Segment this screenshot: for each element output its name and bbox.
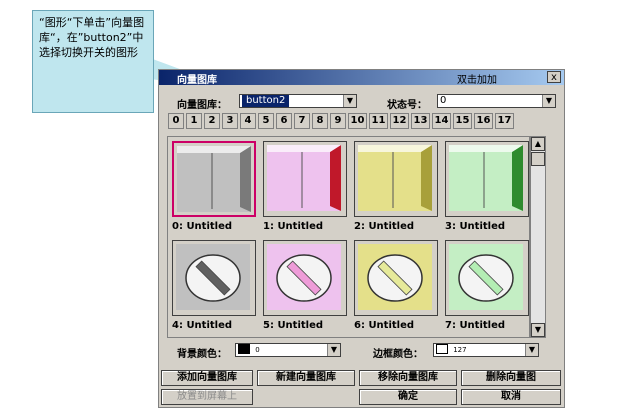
close-button[interactable]: x — [547, 71, 561, 83]
gallery-item-caption: 4: Untitled — [172, 320, 233, 331]
chevron-down-icon[interactable]: ▼ — [343, 95, 356, 107]
state-tab[interactable]: 2 — [204, 113, 220, 129]
border-color-label: 边框颜色： — [373, 349, 423, 360]
rotary-knob-icon — [267, 244, 341, 310]
scroll-down-icon[interactable]: ▼ — [531, 323, 545, 337]
gallery-item-caption: 2: Untitled — [354, 221, 415, 232]
state-tabs: 0 1 2 3 4 5 6 7 8 9 10 11 12 13 14 15 16 17 — [168, 113, 514, 129]
gallery-item-preview[interactable] — [445, 141, 529, 217]
gallery-item[interactable]: 4: Untitled — [172, 240, 258, 334]
cancel-button[interactable]: 取消 — [461, 389, 561, 405]
state-tab[interactable]: 1 — [186, 113, 202, 129]
gallery-item-caption: 0: Untitled — [172, 221, 233, 232]
gallery-item[interactable]: 2: Untitled — [354, 141, 440, 235]
callout-text: “图形“下单击”向量图库“，在”button2”中选择切换开关的图形 — [39, 16, 145, 59]
gallery-item-caption: 1: Untitled — [263, 221, 324, 232]
state-label: 状态号： — [387, 100, 427, 111]
delete-vector-button[interactable]: 删除向量图 — [461, 370, 561, 386]
gallery-item[interactable]: 0: Untitled — [172, 141, 258, 235]
gallery-item[interactable]: 6: Untitled — [354, 240, 440, 334]
place-on-screen-button[interactable]: 放置到屏幕上 — [161, 389, 253, 405]
gallery-item-preview[interactable] — [263, 141, 347, 217]
rocker-switch-icon — [449, 145, 523, 211]
gallery-item-caption: 3: Untitled — [445, 221, 506, 232]
new-library-button[interactable]: 新建向量图库 — [257, 370, 355, 386]
bg-color-value: 0 — [255, 346, 260, 354]
gallery-item-preview[interactable] — [445, 240, 529, 316]
state-tab[interactable]: 3 — [222, 113, 238, 129]
gallery-item[interactable]: 3: Untitled — [445, 141, 529, 235]
title-action-text: 双击加加 — [457, 75, 497, 86]
vector-library-dialog: 向量图库 双击加加 x 向量图库： button2 ▼ 状态号： 0 ▼ 012… — [158, 69, 565, 408]
state-tab[interactable]: 12 — [390, 113, 409, 129]
state-tab[interactable]: 17 — [495, 113, 514, 129]
state-tab[interactable]: 14 — [432, 113, 451, 129]
rocker-switch-icon — [267, 145, 341, 211]
border-color-swatch — [436, 344, 448, 354]
dialog-title: 向量图库 — [177, 75, 217, 86]
rotary-knob-icon — [449, 244, 523, 310]
gallery-item-preview[interactable] — [172, 240, 256, 316]
rotary-knob-icon — [358, 244, 432, 310]
state-tab[interactable]: 5 — [258, 113, 274, 129]
gallery-item-preview[interactable] — [354, 141, 438, 217]
gallery-item-preview[interactable] — [263, 240, 347, 316]
gallery-item[interactable]: 7: Untitled — [445, 240, 529, 334]
state-tab[interactable]: 0 — [168, 113, 184, 129]
vector-gallery: 0: Untitled 1: Untitled 2: Untitled 3: Unti… — [167, 136, 530, 338]
state-tab[interactable]: 8 — [312, 113, 328, 129]
library-label: 向量图库： — [177, 100, 227, 111]
library-value: button2 — [242, 95, 290, 107]
state-tab[interactable]: 6 — [276, 113, 292, 129]
gallery-item-caption: 5: Untitled — [263, 320, 324, 331]
gallery-scrollbar[interactable]: ▲ ▼ — [530, 136, 546, 338]
bg-color-swatch — [238, 344, 250, 354]
state-tab[interactable]: 4 — [240, 113, 256, 129]
bg-color-select[interactable]: 0 ▼ — [235, 343, 341, 357]
chevron-down-icon[interactable]: ▼ — [327, 344, 340, 356]
state-tab[interactable]: 7 — [294, 113, 310, 129]
chevron-down-icon[interactable]: ▼ — [542, 95, 555, 107]
state-tab[interactable]: 15 — [453, 113, 472, 129]
bg-color-label: 背景颜色： — [177, 349, 227, 360]
gallery-item-preview[interactable] — [354, 240, 438, 316]
scroll-up-icon[interactable]: ▲ — [531, 137, 545, 151]
rotary-knob-icon — [176, 244, 250, 310]
gallery-item[interactable]: 5: Untitled — [263, 240, 349, 334]
state-select[interactable]: 0 ▼ — [437, 94, 556, 108]
state-tab[interactable]: 10 — [348, 113, 367, 129]
state-value: 0 — [440, 95, 447, 106]
gallery-item-caption: 7: Untitled — [445, 320, 506, 331]
state-tab[interactable]: 9 — [330, 113, 346, 129]
ok-button[interactable]: 确定 — [359, 389, 457, 405]
state-tab[interactable]: 11 — [369, 113, 388, 129]
library-select[interactable]: button2 ▼ — [239, 94, 357, 108]
rocker-switch-icon — [177, 146, 251, 212]
state-tab[interactable]: 16 — [474, 113, 493, 129]
gallery-item-caption: 6: Untitled — [354, 320, 415, 331]
instruction-callout: “图形“下单击”向量图库“，在”button2”中选择切换开关的图形 — [32, 10, 154, 113]
add-library-button[interactable]: 添加向量图库 — [161, 370, 253, 386]
chevron-down-icon[interactable]: ▼ — [525, 344, 538, 356]
title-bar[interactable]: 向量图库 双击加加 x — [159, 70, 564, 86]
gallery-item-preview[interactable] — [172, 141, 256, 217]
gallery-item[interactable]: 1: Untitled — [263, 141, 349, 235]
scroll-thumb[interactable] — [531, 152, 545, 166]
rocker-switch-icon — [358, 145, 432, 211]
remove-library-button[interactable]: 移除向量图库 — [359, 370, 457, 386]
border-color-value: 127 — [453, 346, 467, 354]
state-tab[interactable]: 13 — [411, 113, 430, 129]
border-color-select[interactable]: 127 ▼ — [433, 343, 539, 357]
